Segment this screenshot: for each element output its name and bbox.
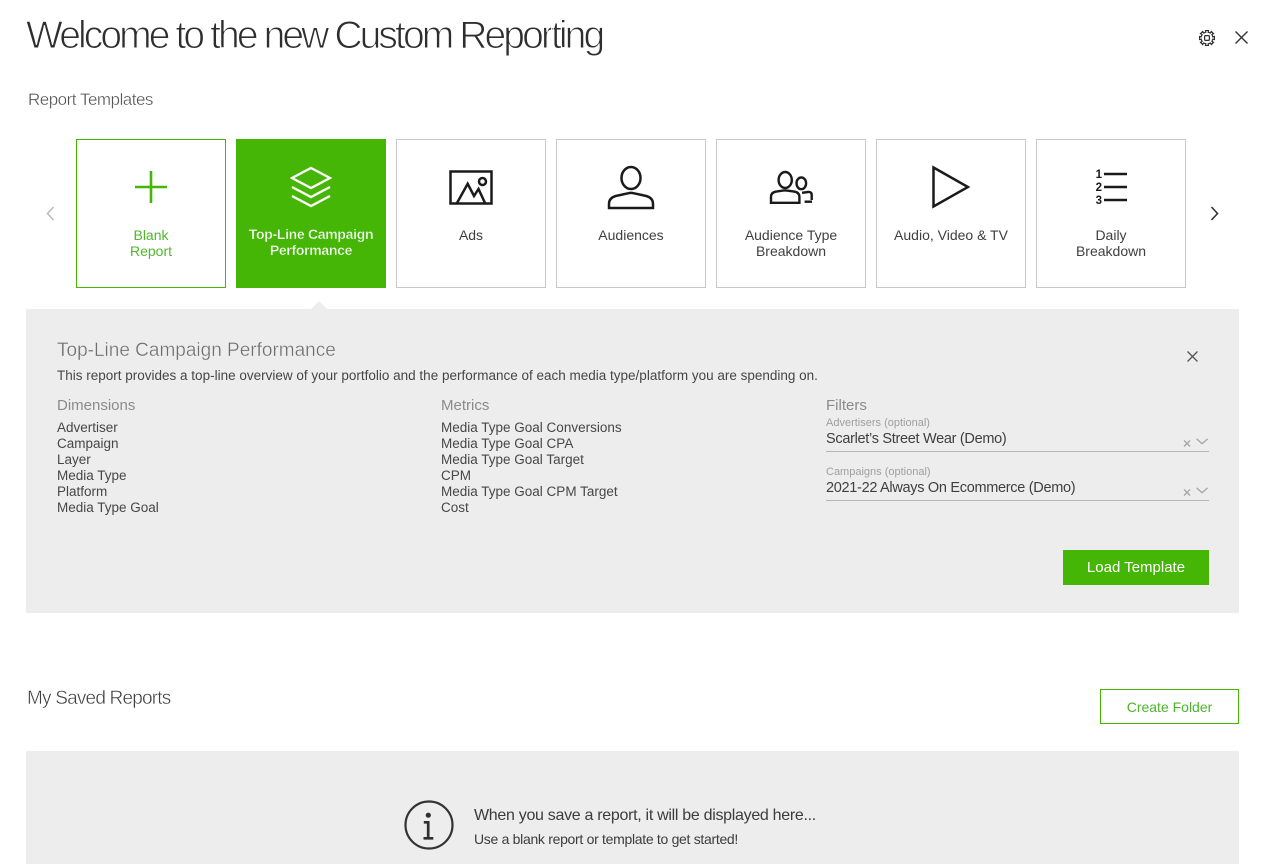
svg-text:2: 2 (1096, 182, 1102, 194)
svg-text:3: 3 (1096, 195, 1102, 206)
svg-text:1: 1 (1096, 169, 1103, 181)
